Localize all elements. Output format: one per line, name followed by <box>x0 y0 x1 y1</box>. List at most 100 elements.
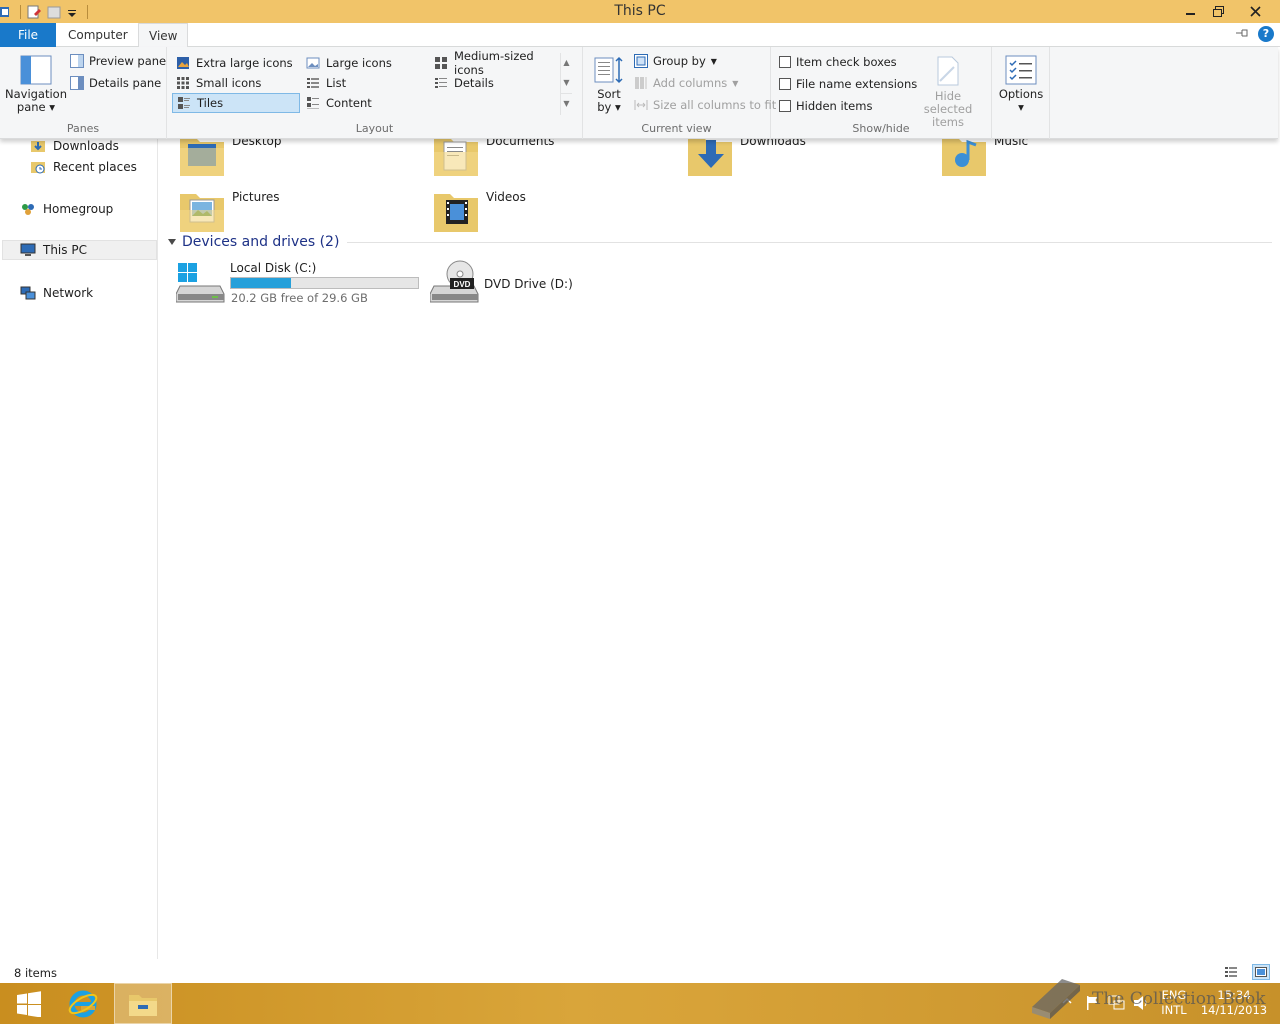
dvd-badge: DVD <box>454 280 471 289</box>
panes-group-label: Panes <box>66 122 100 135</box>
options-group: Options ▾ <box>992 47 1050 139</box>
nav-item-this-pc[interactable]: This PC <box>2 240 157 260</box>
group-by-button[interactable]: Group by ▼ <box>634 54 717 68</box>
hide-selected-items-icon <box>937 56 959 86</box>
layout-details[interactable]: Details <box>430 73 560 93</box>
large-icons-icon <box>306 57 320 69</box>
collapse-arrow-icon[interactable] <box>168 239 176 245</box>
window-title: This PC <box>614 3 666 19</box>
details-pane-icon <box>70 76 84 90</box>
navigation-pane: Downloads Recent places Homegroup This P… <box>0 139 158 959</box>
size-columns-button[interactable]: Size all columns to fit <box>634 98 776 112</box>
list-icon <box>307 78 319 88</box>
options-button[interactable]: Options ▾ <box>996 55 1046 114</box>
folder-tile-pictures[interactable]: Pictures <box>178 186 280 240</box>
layout-tiles[interactable]: Tiles <box>172 93 300 113</box>
expand-gallery-icon[interactable]: ▼ <box>561 93 572 113</box>
current-view-group: Sort by ▾ Group by ▼ Add columns ▼ Size al… <box>583 47 776 139</box>
tab-view[interactable]: View <box>138 23 189 48</box>
ribbon-tabs: File Computer View ? <box>0 23 1280 48</box>
preview-pane-button[interactable]: Preview pane <box>70 54 166 68</box>
preview-pane-icon <box>70 54 84 68</box>
pin-ribbon-icon[interactable] <box>1234 27 1250 42</box>
local-disk-free-space: 20.2 GB free of 29.6 GB <box>231 291 368 305</box>
scroll-down-icon[interactable]: ▼ <box>561 73 572 93</box>
downloads-folder-icon <box>31 141 45 152</box>
layout-gallery: Extra large icons Large icons Medium-siz… <box>172 49 572 115</box>
navigation-pane-button[interactable]: Navigation pane ▾ <box>4 55 68 114</box>
file-name-extensions-toggle[interactable]: File name extensions <box>779 77 917 91</box>
layout-small-icons[interactable]: Small icons <box>172 73 300 93</box>
devices-and-drives-header[interactable]: Devices and drives (2) <box>168 233 1272 251</box>
tab-file[interactable]: File <box>0 23 56 47</box>
layout-large-icons[interactable]: Large icons <box>302 53 428 73</box>
book-logo-icon <box>1032 979 1080 1019</box>
file-explorer-icon <box>129 994 157 1016</box>
internet-explorer-button[interactable] <box>54 983 112 1024</box>
this-pc-icon <box>20 243 36 256</box>
help-icon[interactable]: ? <box>1258 26 1274 42</box>
size-columns-icon <box>634 100 648 110</box>
layout-gallery-scroller[interactable]: ▲ ▼ ▼ <box>560 53 572 115</box>
layout-medium-icons[interactable]: Medium-sized icons <box>430 49 560 77</box>
network-icon <box>20 286 36 300</box>
folder-tile-videos[interactable]: Videos <box>432 186 526 240</box>
file-name-extensions-checkbox[interactable] <box>779 78 791 90</box>
content-icon <box>307 97 319 109</box>
videos-folder-icon <box>434 194 478 232</box>
group-by-icon <box>634 54 648 68</box>
medium-icons-icon <box>435 57 447 69</box>
nav-item-downloads[interactable]: Downloads <box>30 136 119 156</box>
options-icon <box>1005 55 1037 85</box>
restore-button[interactable] <box>1203 0 1233 22</box>
item-check-boxes-toggle[interactable]: Item check boxes <box>779 55 897 69</box>
panes-group: Navigation pane ▾ Preview pane Details p… <box>0 47 167 139</box>
small-icons-icon <box>177 77 189 89</box>
hidden-items-toggle[interactable]: Hidden items <box>779 99 872 113</box>
homegroup-icon <box>22 204 34 215</box>
layout-extra-large-icons[interactable]: Extra large icons <box>172 53 300 73</box>
nav-item-homegroup[interactable]: Homegroup <box>20 199 113 219</box>
section-divider <box>347 241 1272 243</box>
nav-item-network[interactable]: Network <box>20 283 93 303</box>
local-disk-icon <box>176 263 225 303</box>
recent-places-icon <box>31 162 45 174</box>
dvd-drive-icon: DVD <box>430 260 479 303</box>
sort-by-icon <box>594 56 623 84</box>
current-view-group-label: Current view <box>641 122 712 135</box>
item-check-boxes-checkbox[interactable] <box>779 56 791 68</box>
title-bar: This PC <box>0 0 1280 23</box>
file-explorer-button[interactable] <box>114 983 172 1024</box>
start-button[interactable] <box>0 983 58 1024</box>
item-count: 8 items <box>14 966 57 980</box>
layout-list[interactable]: List <box>302 73 428 93</box>
ribbon: Navigation pane ▾ Preview pane Details p… <box>0 47 1278 139</box>
nav-item-recent-places[interactable]: Recent places <box>30 157 137 177</box>
show-hide-group: Item check boxes File name extensions Hi… <box>771 47 992 139</box>
hide-selected-items-button[interactable]: Hide selected items <box>909 55 987 129</box>
layout-group-label: Layout <box>355 122 394 135</box>
watermark: The Collection Book <box>1028 977 1266 1021</box>
windows-logo-icon <box>17 990 41 1017</box>
extra-large-icons-icon <box>177 57 189 69</box>
add-columns-icon <box>635 77 647 89</box>
scroll-up-icon[interactable]: ▲ <box>561 53 572 73</box>
local-disk-usage-bar <box>230 277 419 289</box>
minimize-button[interactable] <box>1176 0 1206 22</box>
drive-tile-dvd-d[interactable]: DVD DVD Drive (D:) <box>430 258 573 312</box>
local-disk-usage-fill <box>231 278 291 288</box>
details-icon <box>435 78 447 88</box>
add-columns-button[interactable]: Add columns ▼ <box>634 76 738 90</box>
sort-by-button[interactable]: Sort by ▾ <box>591 55 627 114</box>
close-button[interactable] <box>1240 0 1270 22</box>
navigation-pane-icon <box>20 55 52 85</box>
tiles-icon <box>178 97 190 109</box>
ribbon-controls: ? <box>1234 26 1274 42</box>
hidden-items-checkbox[interactable] <box>779 100 791 112</box>
tab-computer[interactable]: Computer <box>58 23 138 47</box>
internet-explorer-icon <box>68 990 98 1017</box>
pictures-folder-icon <box>180 194 224 232</box>
details-pane-button[interactable]: Details pane <box>70 76 161 90</box>
show-hide-group-label: Show/hide <box>852 122 910 135</box>
layout-content[interactable]: Content <box>302 93 428 113</box>
